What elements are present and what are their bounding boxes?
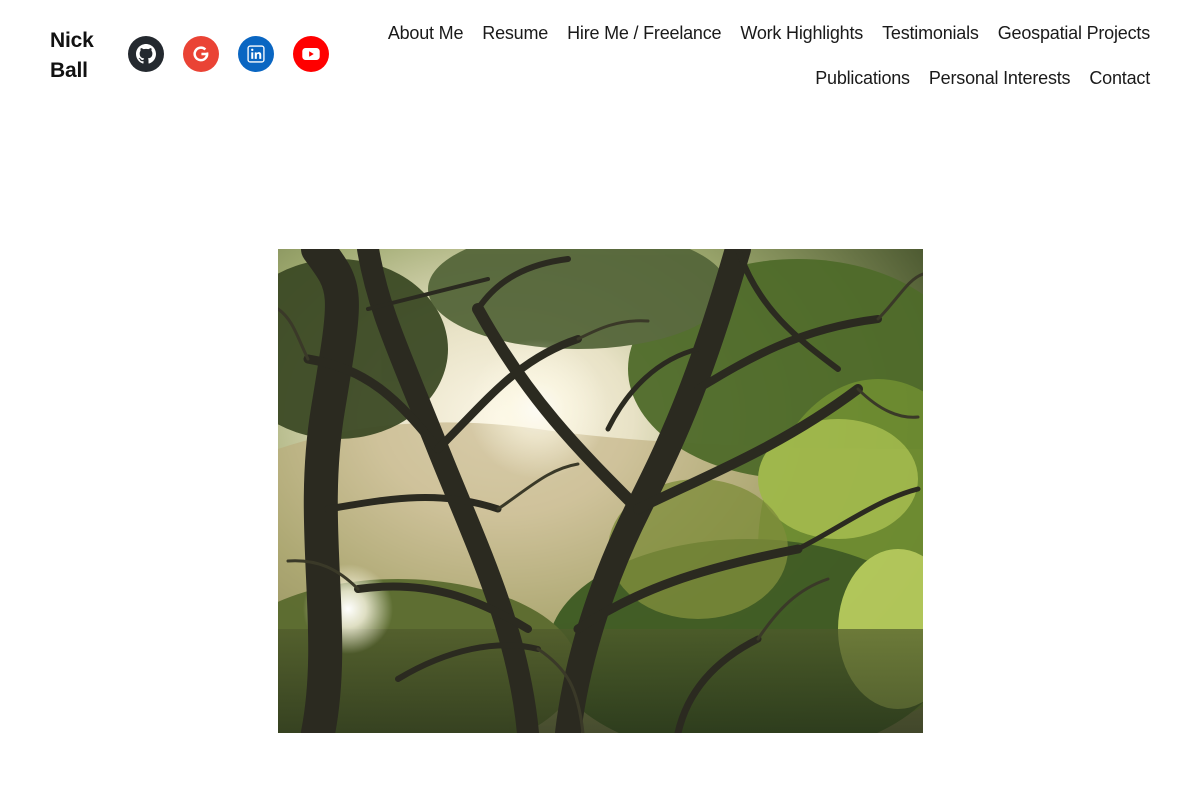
page: Nick Ball About Me Resume Hire Me / Free…: [0, 0, 1200, 800]
google-link[interactable]: [183, 36, 219, 72]
nav-item-hire-me[interactable]: Hire Me / Freelance: [567, 18, 721, 63]
linkedin-link[interactable]: [238, 36, 274, 72]
nav-item-publications[interactable]: Publications: [815, 63, 910, 108]
forest-canopy-photo: [278, 249, 923, 733]
youtube-icon: [302, 48, 320, 60]
social-links: [128, 36, 329, 72]
github-link[interactable]: [128, 36, 164, 72]
nav-item-geospatial-projects[interactable]: Geospatial Projects: [998, 18, 1150, 63]
nav-item-resume[interactable]: Resume: [482, 18, 548, 63]
linkedin-icon: [247, 45, 265, 63]
site-title[interactable]: Nick Ball: [50, 26, 110, 86]
nav-item-work-highlights[interactable]: Work Highlights: [740, 18, 863, 63]
hero-image: [278, 249, 923, 733]
nav-item-contact[interactable]: Contact: [1089, 63, 1150, 108]
youtube-link[interactable]: [293, 36, 329, 72]
site-title-line2: Ball: [50, 59, 88, 82]
nav-item-testimonials[interactable]: Testimonials: [882, 18, 979, 63]
google-icon: [193, 46, 209, 62]
github-icon: [136, 44, 156, 64]
nav-item-personal-interests[interactable]: Personal Interests: [929, 63, 1071, 108]
main-nav: About Me Resume Hire Me / Freelance Work…: [360, 18, 1150, 108]
nav-item-about-me[interactable]: About Me: [388, 18, 464, 63]
site-title-line1: Nick: [50, 29, 94, 52]
